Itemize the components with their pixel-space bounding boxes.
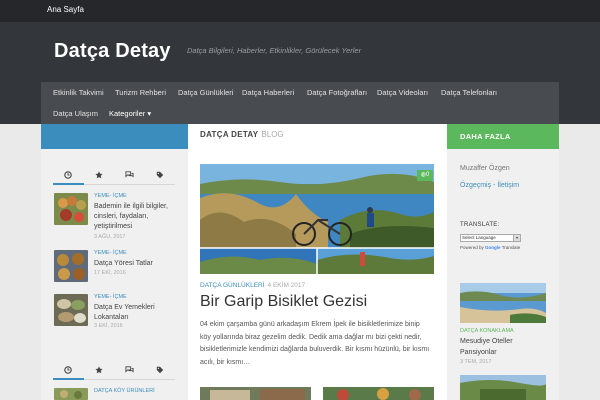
comment-count-badge[interactable]: ◍0 <box>417 170 433 181</box>
post-date: 3 AĞU, 2017 <box>94 234 126 240</box>
nav-item-datca-fotograflari[interactable]: Datça Fotoğrafları <box>307 88 367 97</box>
comments-icon <box>125 366 134 373</box>
nav-row-1: Etkinlik Takvimi Turizm Rehberi Datça Gü… <box>41 82 559 103</box>
post-category[interactable]: DATÇA GÜNLÜKLERİ <box>200 282 265 289</box>
featured-image[interactable] <box>200 164 434 274</box>
post-excerpt: 04 ekim çarşamba günü arkadaşım Ekrem İp… <box>200 321 430 366</box>
top-bar: Ana Sayfa <box>0 0 600 22</box>
translate-label: TRANSLATE: <box>460 222 500 228</box>
tab-recent[interactable] <box>53 362 84 380</box>
list-item[interactable]: YEME- İÇME Datça Yöresi Tatlar 17 EKİ, 2… <box>54 250 176 282</box>
post-thumbnail[interactable] <box>323 387 434 400</box>
nav-item-kategoriler[interactable]: Kategoriler ▾ <box>109 109 151 118</box>
author-name: Muzaffer Özgen <box>460 165 510 172</box>
post-title[interactable]: Datça Yöresi Tatlar <box>94 259 176 269</box>
post-category[interactable]: DATÇA KÖY ÜRÜNLERİ <box>94 388 155 394</box>
language-select[interactable]: Select Language ▾ <box>460 234 521 242</box>
sidebar-tabs <box>53 167 175 185</box>
post-category[interactable]: YEME- İÇME <box>94 294 127 300</box>
language-select-value: Select Language <box>462 235 496 240</box>
post-thumbnail[interactable] <box>200 387 311 400</box>
post-category[interactable]: YEME- İÇME <box>94 250 127 256</box>
comment-count: 0 <box>425 172 430 178</box>
post-category[interactable]: DATÇA KONAKLAMA <box>460 328 514 334</box>
translate-link[interactable]: Translate <box>502 245 521 250</box>
powered-by-label: Powered by <box>460 245 484 250</box>
post-thumbnail[interactable] <box>460 375 546 400</box>
sidebar-tabs-2 <box>53 362 175 380</box>
post-title[interactable]: Datça Ev Yemekleri Lokantaları <box>94 303 176 323</box>
post-date: 3 EKİ, 2016 <box>94 323 123 329</box>
post-thumbnail[interactable] <box>54 294 88 326</box>
post-date: 17 EKİ, 2016 <box>94 270 126 276</box>
right-sidebar-title: DAHA FAZLA <box>460 132 511 141</box>
star-icon <box>95 366 103 374</box>
list-item[interactable]: DATÇA KÖY ÜRÜNLERİ <box>54 388 176 400</box>
tags-icon <box>156 366 163 374</box>
tab-comments[interactable] <box>114 362 145 379</box>
google-logo[interactable]: Google <box>485 245 501 250</box>
list-item[interactable]: YEME- İÇME Bademin ile ilgili bilgiler, … <box>54 193 176 240</box>
left-sidebar-header <box>41 124 188 149</box>
clock-icon <box>64 366 73 374</box>
post-date: 4 EKİM 2017 <box>267 282 306 289</box>
post-title[interactable]: Bir Garip Bisiklet Gezisi <box>200 293 367 311</box>
powered-by: Powered by Google Translate <box>460 245 520 250</box>
blog-subheading: BLOG <box>261 130 284 139</box>
clock-icon <box>64 171 73 179</box>
tab-tags[interactable] <box>145 362 176 379</box>
post-thumbnail[interactable] <box>54 388 88 400</box>
nav-item-datca-haberleri[interactable]: Datça Haberleri <box>242 88 294 97</box>
post-date: 3 TEM, 2017 <box>460 359 492 365</box>
home-link[interactable]: Ana Sayfa <box>47 5 84 14</box>
comments-icon <box>125 171 134 178</box>
nav-item-datca-ulasim[interactable]: Datça Ulaşım <box>53 109 98 118</box>
tab-comments[interactable] <box>114 167 145 184</box>
nav-item-turizm-rehberi[interactable]: Turizm Rehberi <box>115 88 166 97</box>
nav-item-datca-videolari[interactable]: Datça Videoları <box>377 88 428 97</box>
right-sidebar-header: DAHA FAZLA <box>447 124 559 149</box>
tab-popular[interactable] <box>84 167 115 184</box>
chevron-down-icon: ▾ <box>513 235 520 241</box>
main-nav: Etkinlik Takvimi Turizm Rehberi Datça Gü… <box>41 82 559 124</box>
tags-icon <box>156 171 163 179</box>
blog-heading: DATÇA DETAY <box>200 130 259 139</box>
post-thumbnail[interactable] <box>54 193 88 225</box>
author-links[interactable]: Özgeçmiş - İletişim <box>460 182 519 189</box>
nav-row-2: Datça Ulaşım Kategoriler ▾ <box>41 103 559 124</box>
post-title[interactable]: Mesudiye Oteller Pansiyonlar <box>460 336 546 358</box>
nav-item-etkinlik-takvimi[interactable]: Etkinlik Takvimi <box>53 88 104 97</box>
post-meta: DATÇA GÜNLÜKLERİ 4 EKİM 2017 <box>200 282 305 289</box>
tab-tags[interactable] <box>145 167 176 184</box>
site-title[interactable]: Datça Detay <box>54 40 171 63</box>
nav-item-datca-gunlukleri[interactable]: Datça Günlükleri <box>178 88 233 97</box>
list-item[interactable]: YEME- İÇME Datça Ev Yemekleri Lokantalar… <box>54 294 176 330</box>
site-tagline: Datça Bilgileri, Haberler, Etkinlikler, … <box>187 46 362 55</box>
post-thumbnail[interactable] <box>54 250 88 282</box>
star-icon <box>95 171 103 179</box>
tab-recent[interactable] <box>53 167 84 185</box>
post-title[interactable]: Bademin ile ilgili bilgiler, cinsleri, f… <box>94 202 176 232</box>
page-title: DATÇA DETAY BLOG <box>200 130 284 139</box>
post-thumbnail[interactable] <box>460 283 546 323</box>
tab-popular[interactable] <box>84 362 115 379</box>
post-category[interactable]: YEME- İÇME <box>94 193 127 199</box>
nav-item-datca-telefonlari[interactable]: Datça Telefonları <box>441 88 497 97</box>
